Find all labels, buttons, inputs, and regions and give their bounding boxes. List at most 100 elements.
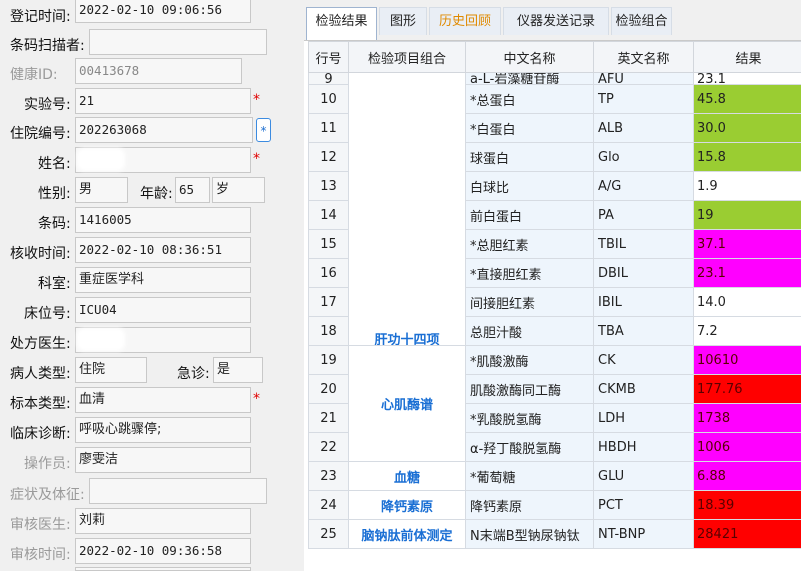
group-name-cell[interactable]: 血糖 <box>348 461 466 491</box>
result-value-cell[interactable]: 1.9 <box>693 171 801 201</box>
age-unit-field[interactable]: 岁 <box>212 177 265 203</box>
review-time-field[interactable]: 2022-02-10 09:36:58 <box>75 538 251 564</box>
gender-field[interactable]: 男 <box>75 177 128 203</box>
group-name-cell[interactable]: 脑钠肽前体测定 <box>348 519 466 549</box>
english-name-cell[interactable]: GLU <box>593 461 694 491</box>
english-name-cell[interactable]: TBA <box>593 316 694 346</box>
inpatient-lookup-button[interactable]: * <box>256 118 271 142</box>
english-name-cell[interactable]: IBIL <box>593 287 694 317</box>
chinese-name-cell[interactable]: 间接胆红素 <box>465 287 594 317</box>
receive-time-field[interactable]: 2022-02-10 08:36:51 <box>75 237 251 263</box>
row-number-cell[interactable]: 14 <box>308 200 349 230</box>
row-number-cell[interactable]: 19 <box>308 345 349 375</box>
table-row[interactable]: 19 心肌酶谱 *肌酸激酶 CK 10610 <box>308 345 801 462</box>
result-value-cell[interactable]: 10610 <box>693 345 801 375</box>
english-name-cell[interactable]: Glo <box>593 142 694 172</box>
row-number-cell[interactable]: 13 <box>308 171 349 201</box>
result-value-cell[interactable]: 1738 <box>693 403 801 433</box>
table-row[interactable]: 25 脑钠肽前体测定 N末端B型钠尿钠钛 NT-BNP 28421 <box>308 519 801 549</box>
table-row[interactable]: 9 肝功十四项 a-L-岩藻糖苷酶 AFU 23.1 <box>308 72 801 346</box>
chinese-name-cell[interactable]: *肌酸激酶 <box>465 345 594 375</box>
health-id-field[interactable]: 00413678 <box>75 58 242 84</box>
row-number-cell[interactable]: 25 <box>308 519 349 549</box>
specimen-type-field[interactable]: 血清 <box>75 387 251 413</box>
group-name-cell[interactable]: 肝功十四项 <box>348 72 466 346</box>
col-header-en[interactable]: 英文名称 <box>593 41 694 73</box>
chinese-name-cell[interactable]: 肌酸激酶同工酶 <box>465 374 594 404</box>
row-number-cell[interactable]: 18 <box>308 316 349 346</box>
english-name-cell[interactable]: AFU <box>593 72 694 85</box>
chinese-name-cell[interactable]: *总蛋白 <box>465 84 594 114</box>
row-number-cell[interactable]: 21 <box>308 403 349 433</box>
group-name-cell[interactable]: 心肌酶谱 <box>348 345 466 462</box>
result-value-cell[interactable]: 1006 <box>693 432 801 462</box>
exam-no-field[interactable]: 21 <box>75 88 251 114</box>
col-header-cn[interactable]: 中文名称 <box>465 41 594 73</box>
tab-graph[interactable]: 图形 <box>379 7 427 35</box>
barcode-scanner-field[interactable] <box>89 29 267 55</box>
chinese-name-cell[interactable]: *直接胆红素 <box>465 258 594 288</box>
chinese-name-cell[interactable]: a-L-岩藻糖苷酶 <box>465 72 594 85</box>
row-number-cell[interactable]: 23 <box>308 461 349 491</box>
row-number-cell[interactable]: 15 <box>308 229 349 259</box>
row-number-cell[interactable]: 20 <box>308 374 349 404</box>
reviewer-field[interactable]: 刘莉 <box>75 508 251 534</box>
result-value-cell[interactable]: 28421 <box>693 519 801 549</box>
result-value-cell[interactable]: 23.1 <box>693 72 801 85</box>
chinese-name-cell[interactable]: *乳酸脱氢酶 <box>465 403 594 433</box>
row-number-cell[interactable]: 17 <box>308 287 349 317</box>
row-number-cell[interactable]: 9 <box>308 72 349 85</box>
chinese-name-cell[interactable]: 白球比 <box>465 171 594 201</box>
row-number-cell[interactable]: 10 <box>308 84 349 114</box>
row-number-cell[interactable]: 11 <box>308 113 349 143</box>
chinese-name-cell[interactable]: *葡萄糖 <box>465 461 594 491</box>
chinese-name-cell[interactable]: α-羟丁酸脱氢酶 <box>465 432 594 462</box>
emergency-field[interactable]: 是 <box>213 357 263 383</box>
result-value-cell[interactable]: 37.1 <box>693 229 801 259</box>
reg-time-field[interactable]: 2022-02-10 09:06:56 <box>75 0 251 23</box>
bed-no-field[interactable]: ICU04 <box>75 297 251 323</box>
english-name-cell[interactable]: PA <box>593 200 694 230</box>
col-header-no[interactable]: 行号 <box>308 41 349 73</box>
english-name-cell[interactable]: CKMB <box>593 374 694 404</box>
barcode-field[interactable]: 1416005 <box>75 207 251 233</box>
col-header-result[interactable]: 结果 <box>693 41 801 73</box>
row-number-cell[interactable]: 12 <box>308 142 349 172</box>
table-row[interactable]: 24 降钙素原 降钙素原 PCT 18.39 <box>308 490 801 520</box>
chinese-name-cell[interactable]: 球蛋白 <box>465 142 594 172</box>
english-name-cell[interactable]: TBIL <box>593 229 694 259</box>
row-number-cell[interactable]: 24 <box>308 490 349 520</box>
english-name-cell[interactable]: LDH <box>593 403 694 433</box>
chinese-name-cell[interactable]: 降钙素原 <box>465 490 594 520</box>
result-value-cell[interactable]: 45.8 <box>693 84 801 114</box>
english-name-cell[interactable]: NT-BNP <box>593 519 694 549</box>
result-value-cell[interactable]: 23.1 <box>693 258 801 288</box>
row-number-cell[interactable]: 22 <box>308 432 349 462</box>
result-value-cell[interactable]: 7.2 <box>693 316 801 346</box>
age-field[interactable]: 65 <box>175 177 210 203</box>
english-name-cell[interactable]: A/G <box>593 171 694 201</box>
tab-test-combination[interactable]: 检验组合 <box>611 7 672 35</box>
department-field[interactable]: 重症医学科 <box>75 267 251 293</box>
result-value-cell[interactable]: 30.0 <box>693 113 801 143</box>
english-name-cell[interactable]: DBIL <box>593 258 694 288</box>
result-value-cell[interactable]: 14.0 <box>693 287 801 317</box>
result-value-cell[interactable]: 15.8 <box>693 142 801 172</box>
chinese-name-cell[interactable]: N末端B型钠尿钠钛 <box>465 519 594 549</box>
tab-history[interactable]: 历史回顾 <box>429 7 501 35</box>
symptoms-field[interactable] <box>89 478 267 504</box>
chinese-name-cell[interactable]: 前白蛋白 <box>465 200 594 230</box>
chinese-name-cell[interactable]: *白蛋白 <box>465 113 594 143</box>
inpatient-no-field[interactable]: 202263068 <box>75 117 253 143</box>
operator-field[interactable]: 廖雯洁 <box>75 447 251 473</box>
english-name-cell[interactable]: HBDH <box>593 432 694 462</box>
tab-results[interactable]: 检验结果 <box>306 7 377 40</box>
diagnosis-field[interactable]: 呼吸心跳骤停; <box>75 417 251 443</box>
chinese-name-cell[interactable]: *总胆红素 <box>465 229 594 259</box>
tab-instrument-log[interactable]: 仪器发送记录 <box>503 7 609 35</box>
result-value-cell[interactable]: 6.88 <box>693 461 801 491</box>
result-value-cell[interactable]: 177.76 <box>693 374 801 404</box>
chinese-name-cell[interactable]: 总胆汁酸 <box>465 316 594 346</box>
row-number-cell[interactable]: 16 <box>308 258 349 288</box>
english-name-cell[interactable]: TP <box>593 84 694 114</box>
